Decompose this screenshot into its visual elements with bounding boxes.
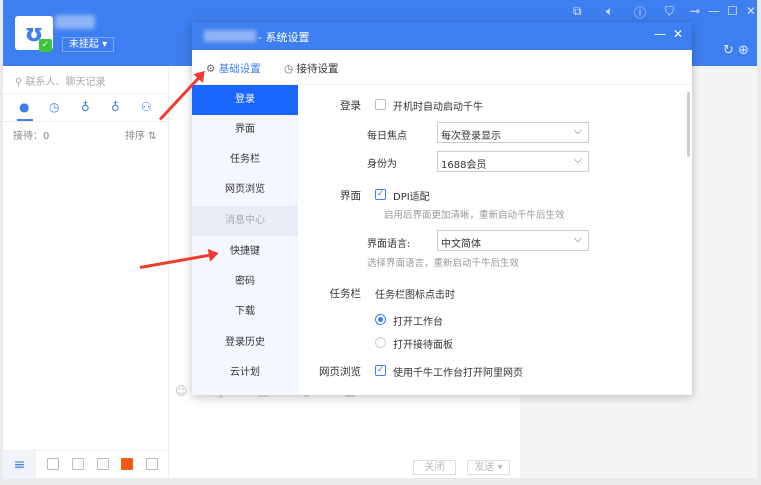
minimize-icon[interactable]: — xyxy=(708,4,720,18)
open-workbench-label: 打开工作台 xyxy=(393,317,443,328)
search-input[interactable]: ⚲ 联系人、聊天记录 xyxy=(3,66,168,94)
dpi-label: DPI适配 xyxy=(393,192,430,203)
nav-message-center[interactable]: 消息中心 xyxy=(192,206,298,236)
nav-login-history[interactable]: 登录历史 xyxy=(192,328,298,358)
identity-label: 身份为 xyxy=(367,159,397,170)
nav-cloud-plan[interactable]: 云计划 xyxy=(192,358,298,388)
app-icon-orange[interactable] xyxy=(121,458,133,470)
language-select[interactable]: 中文简体 ⌵ xyxy=(437,230,589,251)
blurred-username xyxy=(204,30,256,42)
contact-icon[interactable]: ♁ xyxy=(81,100,90,114)
add-icon[interactable]: ⊕ xyxy=(738,43,749,58)
web-checkbox[interactable]: ✓ xyxy=(375,365,386,376)
divider xyxy=(168,66,169,478)
refresh-icon[interactable]: ↻ xyxy=(723,43,734,58)
chevron-down-icon: ⌵ xyxy=(573,232,582,245)
online-check-icon: ✓ xyxy=(39,39,52,52)
clock-icon: ◷ xyxy=(284,63,297,75)
section-login: 登录 xyxy=(340,100,361,112)
tab-reception-settings[interactable]: ◷ 接待设置 xyxy=(284,61,339,76)
web-option-label: 使用千牛工作台打开阿里网页 xyxy=(393,368,523,379)
nav-web[interactable]: 网页浏览 xyxy=(192,175,298,205)
help-icon[interactable]: ⓘ xyxy=(634,4,646,21)
sound-icon[interactable]: 🔈︎ xyxy=(606,4,613,19)
nav-login[interactable]: 登录 xyxy=(192,85,298,115)
bottom-bar: ≡ xyxy=(3,450,168,479)
maximize-icon[interactable]: ☐ xyxy=(727,4,738,18)
dialog-title: - 系统设置 xyxy=(258,31,310,44)
chevron-down-icon: ⌵ xyxy=(573,124,582,137)
tab-indicator xyxy=(17,119,33,121)
sort-button[interactable]: 排序 ⇅ xyxy=(125,127,157,142)
recent-icon[interactable]: ◷ xyxy=(49,100,59,114)
status-dropdown[interactable]: 未挂起 ▾ xyxy=(62,37,114,52)
chevron-down-icon: ⌵ xyxy=(573,153,582,166)
send-button[interactable]: 发送 ▾ xyxy=(467,460,510,475)
org-icon[interactable]: ⚇ xyxy=(141,100,152,114)
tab-basic-settings[interactable]: ⚙ 基础设置 xyxy=(206,61,261,76)
dialog-tabs: ⚙ 基础设置 ◷ 接待设置 xyxy=(192,50,692,85)
nav-ui[interactable]: 界面 xyxy=(192,115,298,145)
dialog-titlebar: - 系统设置 — ✕ xyxy=(192,22,692,50)
close-button[interactable]: 关闭 xyxy=(413,460,456,475)
daily-focus-label: 每日焦点 xyxy=(367,131,407,142)
settings-dialog: - 系统设置 — ✕ ⚙ 基础设置 ◷ 接待设置 登录 界面 任务栏 网页浏览 … xyxy=(192,22,692,395)
reception-count: 接待：0 xyxy=(13,131,50,142)
nav-password[interactable]: 密码 xyxy=(192,267,298,297)
scrollbar[interactable] xyxy=(687,92,690,157)
close-icon[interactable]: ✕ xyxy=(746,4,756,18)
minimize-icon[interactable]: — xyxy=(654,27,666,41)
app-icon-1[interactable] xyxy=(47,458,59,470)
nav-taskbar[interactable]: 任务栏 xyxy=(192,145,298,175)
radio-open-workbench[interactable] xyxy=(375,314,386,325)
autostart-label: 开机时自动启动千牛 xyxy=(393,102,483,113)
pin-icon[interactable]: ⊸ xyxy=(690,4,700,18)
chat-icon[interactable]: ● xyxy=(19,100,29,114)
autostart-checkbox[interactable] xyxy=(375,99,386,110)
group-icon[interactable]: ♁ xyxy=(111,100,120,114)
dpi-hint: 启用后界面更加清晰，重新启动千牛后生效 xyxy=(384,210,565,221)
section-web: 网页浏览 xyxy=(319,366,361,378)
search-icon: ⚲ xyxy=(15,77,26,88)
open-reception-label: 打开接待面板 xyxy=(393,340,453,351)
blurred-username xyxy=(55,15,95,29)
dpi-checkbox[interactable]: ✓ xyxy=(375,189,386,200)
language-label: 界面语言: xyxy=(367,239,411,250)
taskbar-desc: 任务栏图标点击时 xyxy=(375,290,455,301)
chat-window-icon[interactable]: ⧉ xyxy=(573,4,582,19)
skin-icon[interactable]: ⛉ xyxy=(665,4,674,19)
daily-focus-select[interactable]: 每次登录显示 ⌵ xyxy=(437,122,589,143)
notes-icon[interactable] xyxy=(97,458,109,470)
menu-icon[interactable]: ≡ xyxy=(3,451,36,479)
language-hint: 选择界面语言，重新启动千牛后生效 xyxy=(367,258,520,269)
radio-open-reception[interactable] xyxy=(375,337,386,348)
app-icon-2[interactable] xyxy=(72,458,84,470)
section-ui: 界面 xyxy=(340,190,361,202)
nav-download[interactable]: 下载 xyxy=(192,297,298,327)
section-taskbar: 任务栏 xyxy=(329,288,362,300)
close-icon[interactable]: ✕ xyxy=(673,27,683,41)
layout-icon[interactable] xyxy=(146,458,158,470)
left-tabs: ● ◷ ♁ ♁ ⚇ xyxy=(3,94,168,122)
settings-nav: 登录 界面 任务栏 网页浏览 消息中心 快捷键 密码 下载 登录历史 云计划 xyxy=(192,85,298,395)
identity-select[interactable]: 1688会员 ⌵ xyxy=(437,151,589,172)
